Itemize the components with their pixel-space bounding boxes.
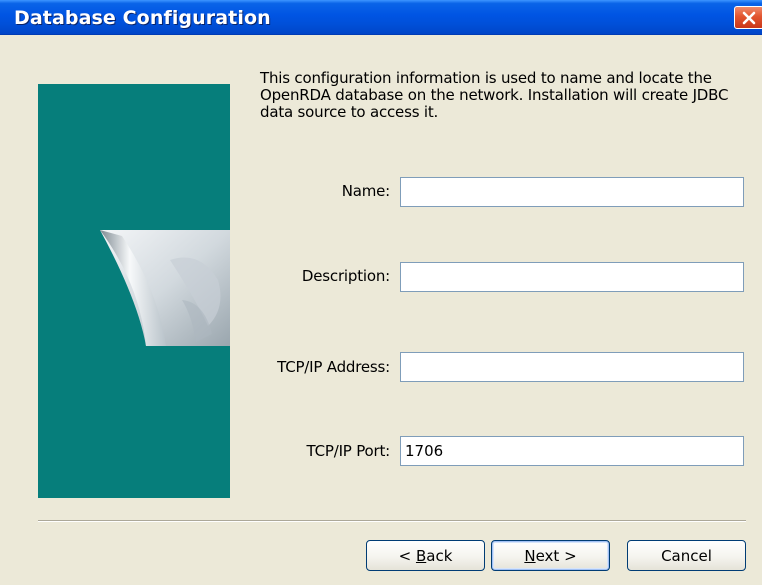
tcp-port-input[interactable] [400, 436, 744, 466]
close-icon [742, 11, 756, 25]
back-button-mnemonic: B [415, 546, 427, 565]
next-button[interactable]: Next > [491, 540, 610, 571]
description-input[interactable] [400, 262, 744, 292]
page-curl-graphic [100, 230, 230, 346]
close-button[interactable] [734, 6, 762, 29]
back-button-prefix: < [398, 546, 416, 565]
button-divider [38, 520, 746, 522]
name-label: Name: [341, 182, 391, 200]
tcp-address-label: TCP/IP Address: [277, 358, 390, 376]
intro-text: This configuration information is used t… [260, 69, 729, 121]
back-button-rest: ack [426, 546, 453, 565]
tcp-port-label: TCP/IP Port: [306, 442, 391, 460]
next-button-rest: ext > [535, 546, 577, 565]
back-button[interactable]: < Back [366, 540, 485, 571]
tcp-address-input[interactable] [400, 352, 744, 382]
title-bar[interactable]: Database Configuration [0, 0, 762, 35]
side-panel-graphic [38, 84, 230, 498]
next-button-mnemonic: N [524, 546, 536, 565]
cancel-button-label: Cancel [661, 546, 712, 565]
name-input[interactable] [400, 177, 744, 207]
window-title: Database Configuration [14, 7, 271, 29]
description-label: Description: [301, 267, 390, 285]
database-configuration-dialog: Database Configuration This configuratio… [0, 0, 762, 585]
cancel-button[interactable]: Cancel [627, 540, 746, 571]
